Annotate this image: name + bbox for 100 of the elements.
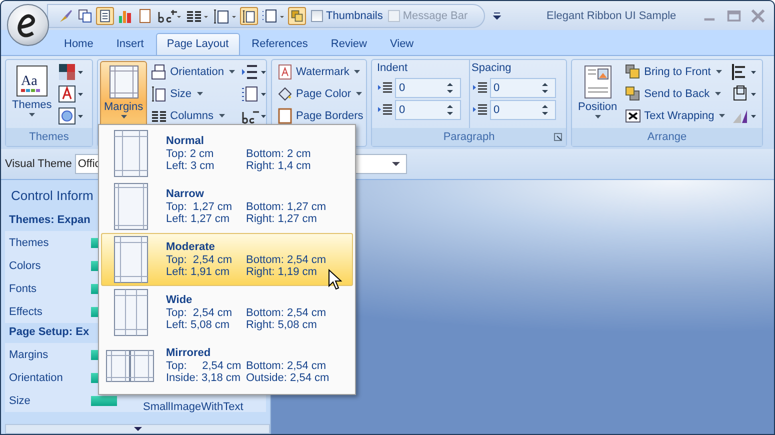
size-button[interactable]: Size — [149, 83, 239, 105]
ribbon-tab[interactable]: Insert — [105, 33, 155, 55]
margin-value: Bottom: 2 cm — [246, 148, 311, 160]
ribbon-tab[interactable]: References — [240, 33, 319, 55]
breaks-icon[interactable] — [240, 63, 267, 81]
caret-icon — [228, 70, 235, 74]
margin-value: Top: 2 cm — [166, 148, 215, 160]
margin-value: Left: 3 cm — [166, 160, 216, 172]
ribbon-tab[interactable]: Page Layout — [156, 33, 240, 55]
caret-icon — [356, 92, 362, 96]
spin-arrows-icon[interactable] — [540, 103, 548, 117]
field-label: Visual Theme — [5, 158, 72, 170]
layers-icon[interactable] — [288, 6, 306, 24]
caret-icon — [354, 70, 360, 74]
spin-field[interactable]: 0 — [490, 78, 556, 98]
margin-value: Top: 1,27 cm — [166, 201, 234, 213]
section-heading: Page Setup: Ex — [9, 326, 90, 338]
columns-button[interactable]: Columns — [149, 105, 239, 127]
checkbox-label: Message Bar — [402, 10, 468, 22]
spin-arrows-icon[interactable] — [540, 81, 548, 95]
group-icon[interactable] — [731, 85, 758, 103]
spin-arrows-icon[interactable] — [446, 81, 454, 95]
group-label: Themes — [6, 128, 92, 146]
themes-button[interactable]: Aa Themes — [8, 61, 56, 127]
margin-value: Inside: 3,18 cm — [166, 372, 242, 384]
property-name: Themes — [8, 236, 50, 248]
theme-colors-icon[interactable] — [58, 63, 84, 81]
text-wrapping-button[interactable]: Text Wrapping — [623, 105, 730, 127]
copy-icon[interactable] — [76, 6, 94, 24]
dropdown-arrow-icon[interactable] — [392, 161, 400, 167]
margin-value: Top: 2,54 cm — [166, 254, 234, 266]
margin-value: Right: 1,4 cm — [246, 160, 311, 172]
ribbon-tab[interactable]: Home — [53, 33, 104, 55]
caret-icon — [218, 114, 225, 118]
margin-value: Bottom: 2,54 cm — [246, 307, 326, 319]
menu-item-title: Narrow — [166, 188, 205, 200]
theme-fonts-icon[interactable] — [58, 85, 84, 103]
spin-arrows-icon[interactable] — [446, 103, 454, 117]
bring-to-front-button[interactable]: Bring to Front — [623, 61, 730, 83]
mirrored-pages-icon — [106, 348, 156, 382]
ribbon-tab[interactable]: Review — [320, 33, 378, 55]
window-title: Elegant Ribbon UI Sample — [546, 10, 678, 22]
margin-value: Top: 2,54 cm — [166, 307, 234, 319]
caret-icon — [594, 115, 601, 119]
property-name: Effects — [8, 306, 44, 318]
page-icon[interactable] — [96, 6, 114, 24]
position-button[interactable]: Position — [574, 61, 622, 127]
section-label: Spacing — [472, 61, 512, 76]
orientation-icon — [151, 64, 168, 80]
panel-title: Control Inform — [11, 188, 94, 203]
spin-field[interactable]: 0 — [395, 100, 461, 120]
orientation-button[interactable]: Orientation — [149, 61, 239, 83]
mouse-pointer-icon — [328, 269, 342, 291]
checkbox[interactable] — [311, 10, 323, 22]
size-icon[interactable] — [212, 6, 238, 24]
property-value: SmallImageWithText — [143, 400, 244, 412]
theme-effects-icon[interactable] — [58, 107, 84, 125]
caret-icon — [714, 92, 721, 96]
margin-value: Bottom: 2,54 cm — [246, 254, 326, 266]
margin-value: Left: 1,27 cm — [166, 213, 231, 225]
margin-value: Bottom: 1,27 cm — [246, 201, 326, 213]
menu-item[interactable]: Mirrored Top: 2,54 cm Bottom: 2,54 cm Inside: 3,18 cm Outside: 2,54 cm — [101, 339, 353, 392]
margin-value: Outside: 2,54 cm — [246, 372, 330, 384]
line-numbers-icon[interactable] — [260, 6, 286, 24]
menu-item[interactable]: Moderate Top: 2,54 cm Bottom: 2,54 cm Left: 1,91 cm Right: 1,19 cm — [101, 233, 353, 286]
group-label: Paragraph — [372, 128, 566, 146]
size-icon[interactable] — [240, 6, 258, 24]
align-icon[interactable] — [731, 63, 758, 81]
property-name: Colors — [8, 260, 42, 272]
margin-value: Right: 1,19 cm — [246, 266, 317, 278]
watermark-button[interactable]: Watermark — [275, 61, 363, 83]
text-wrapping-icon — [625, 108, 642, 124]
ribbon-tab[interactable]: View — [378, 33, 425, 55]
watermark-icon — [277, 64, 293, 80]
position-icon — [584, 65, 612, 99]
margin-value: Right: 1,27 cm — [246, 213, 317, 225]
menu-item[interactable]: Narrow Top: 1,27 cm Bottom: 1,27 cm Left: 1,27 cm Right: 1,27 cm — [101, 180, 353, 233]
property-name: Margins — [8, 348, 50, 360]
caret-icon — [716, 70, 722, 74]
property-name: Fonts — [8, 282, 38, 294]
spin-field[interactable]: 0 — [490, 100, 556, 120]
down-arrow-icon — [134, 426, 142, 432]
menu-item-title: Wide — [166, 294, 194, 306]
caret-icon — [719, 114, 726, 118]
margin-value: Top: 2,54 cm — [166, 360, 242, 372]
customize-icon[interactable] — [492, 10, 501, 20]
page-color-button[interactable]: Page Color — [275, 83, 363, 105]
property-name: Size — [8, 394, 32, 406]
dialog-launcher-icon[interactable] — [554, 133, 562, 141]
page-borders-button[interactable]: Page Borders — [275, 105, 363, 127]
menu-item[interactable]: Wide Top: 2,54 cm Bottom: 2,54 cm Left: 5,08 cm Right: 5,08 cm — [101, 286, 353, 339]
group-label: Arrange — [572, 128, 762, 146]
margin-value: Left: 1,91 cm — [166, 266, 231, 278]
section-label: Indent — [377, 61, 409, 76]
spin-field[interactable]: 0 — [395, 78, 461, 98]
property-name: Orientation — [8, 372, 64, 384]
margin-value: Left: 5,08 cm — [166, 319, 231, 331]
menu-item-title: Moderate — [166, 241, 216, 253]
send-to-back-button[interactable]: Send to Back — [623, 83, 730, 105]
line-numbers-icon[interactable] — [240, 85, 267, 103]
